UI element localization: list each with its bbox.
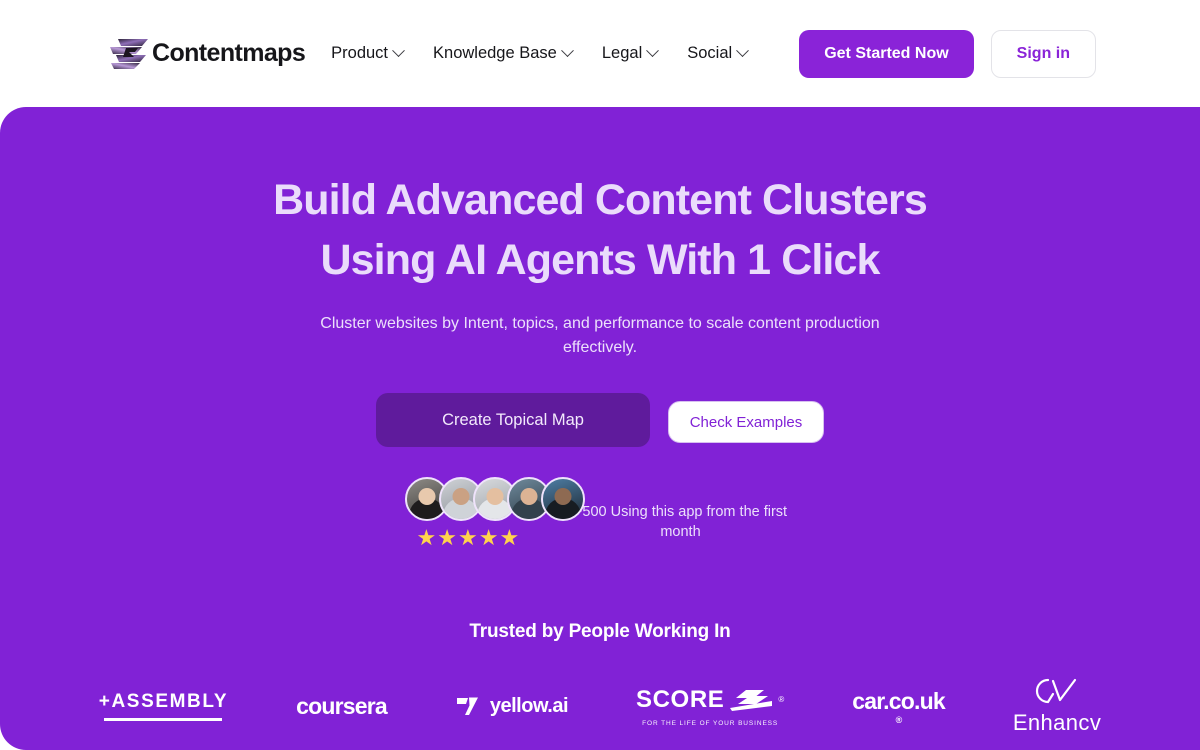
nav-item-legal[interactable]: Legal — [601, 44, 660, 63]
logo-score-registered: ® — [778, 695, 785, 704]
sign-in-button[interactable]: Sign in — [990, 29, 1096, 78]
nav-label: Legal — [601, 44, 643, 62]
hero-section: Build Advanced Content Clusters Using AI… — [0, 107, 1200, 750]
social-proof-text: +500 Using this app from the first month — [573, 504, 788, 540]
logo-yellow-ai: yellow.ai — [455, 671, 569, 741]
avatar-group — [404, 477, 585, 521]
star-icon: ★ — [457, 525, 478, 550]
star-icon: ★ — [499, 525, 520, 550]
main-navigation: Product Knowledge Base Legal Social — [331, 44, 799, 63]
logo-assembly-underline — [104, 718, 223, 721]
avatar — [540, 477, 585, 521]
logo-score-top: SCORE ® — [636, 686, 784, 714]
logo-car-co-uk: car.co.uk ® — [852, 671, 945, 741]
social-proof-left: ★ ★ ★ ★ ★ — [404, 477, 585, 549]
logo-car-co-uk-text: car.co.uk — [852, 687, 945, 714]
logo-score: SCORE ® FOR THE LIFE OF YOUR BUSINESS — [636, 671, 784, 741]
logo-score-text: SCORE — [636, 685, 725, 713]
nav-label: Social — [687, 44, 733, 62]
get-started-button[interactable]: Get Started Now — [799, 29, 974, 78]
hero-title-line-1: Build Advanced Content Clusters — [273, 176, 928, 224]
chevron-down-icon — [392, 44, 405, 58]
logo-yellow-ai-text: yellow.ai — [489, 694, 569, 717]
brand-logo[interactable]: Contentmaps — [108, 37, 306, 71]
score-swoosh-icon — [730, 689, 773, 711]
nav-item-product[interactable]: Product — [331, 44, 405, 63]
check-examples-button[interactable]: Check Examples — [668, 401, 824, 443]
star-icon: ★ — [416, 525, 437, 550]
chevron-down-icon — [736, 44, 750, 58]
logo-car-registered: ® — [895, 714, 903, 725]
yellow-ai-mark-icon — [456, 697, 478, 715]
hero-cta-group: Create Topical Map Check Examples — [0, 393, 1200, 447]
nav-item-social[interactable]: Social — [687, 44, 750, 63]
hero-title-line-2: Using AI Agents With 1 Click — [320, 236, 881, 284]
chevron-down-icon — [560, 44, 574, 58]
logo-enhancv-text: Enhancv — [1012, 710, 1102, 735]
logo-coursera: coursera — [296, 671, 388, 741]
hero-title: Build Advanced Content Clusters Using AI… — [0, 170, 1200, 290]
create-topical-map-button[interactable]: Create Topical Map — [376, 393, 650, 447]
contentmaps-logo-icon — [110, 38, 148, 69]
enhancv-cv-mark-icon — [1035, 678, 1077, 704]
site-header: Contentmaps Product Knowledge Base Legal… — [0, 0, 1200, 107]
nav-item-knowledge-base[interactable]: Knowledge Base — [433, 44, 574, 63]
star-icon: ★ — [478, 525, 499, 550]
chevron-down-icon — [646, 44, 660, 58]
rating-stars: ★ ★ ★ ★ ★ — [417, 527, 550, 549]
logo-assembly: +ASSEMBLY — [99, 671, 228, 741]
logo-coursera-text: coursera — [296, 692, 388, 719]
logo-assembly-text: +ASSEMBLY — [98, 691, 229, 712]
logo-enhancv: Enhancv — [1013, 671, 1101, 741]
logo-score-tagline: FOR THE LIFE OF YOUR BUSINESS — [642, 719, 779, 727]
brand-name: Contentmaps — [152, 39, 306, 67]
trusted-by-title: Trusted by People Working In — [469, 621, 731, 642]
social-proof: ★ ★ ★ ★ ★ +500 Using this app from the f… — [0, 477, 1200, 549]
trusted-logo-row: +ASSEMBLY coursera yellow.ai SCORE ® FOR… — [0, 671, 1200, 741]
nav-label: Knowledge Base — [433, 44, 557, 62]
nav-label: Product — [331, 44, 389, 62]
header-actions: Get Started Now Sign in — [799, 29, 1096, 78]
hero-subtitle: Cluster websites by Intent, topics, and … — [320, 315, 880, 356]
star-icon: ★ — [437, 525, 457, 550]
